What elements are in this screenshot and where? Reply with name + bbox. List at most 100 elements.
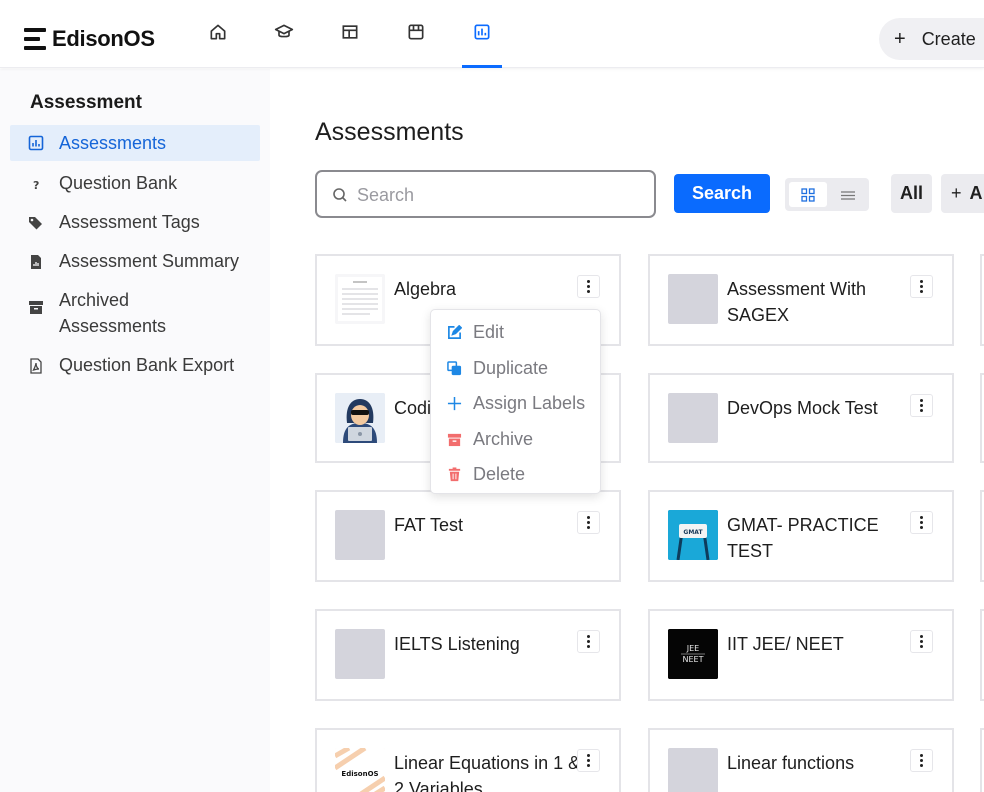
nav-home[interactable] [198,22,238,56]
card-thumbnail-placeholder [668,274,718,324]
menu-item-assign-labels[interactable]: Assign Labels [431,387,601,419]
card-thumbnail: EdisonOS [335,748,385,792]
menu-item-delete[interactable]: Delete [431,458,601,490]
list-icon [841,190,855,200]
assessment-card-partial[interactable] [980,254,984,346]
card-thumbnail: JEE NEET [668,629,718,679]
list-view-button[interactable] [831,182,865,207]
nav-dashboard[interactable] [330,22,370,56]
nav-assessments[interactable] [462,22,502,56]
brand-name: EdisonOS [52,26,155,51]
sidebar: Assessment Assessments ? Question Bank A… [0,69,270,792]
assessment-card-linear-functions[interactable]: Linear functions [648,728,954,792]
assessment-card-iit-jee-neet[interactable]: JEE NEET IIT JEE/ NEET [648,609,954,701]
assessment-chart-icon [474,24,490,40]
menu-item-label: Assign Labels [473,392,586,413]
create-label: Create [921,28,976,49]
menu-item-label: Edit [473,321,505,342]
card-title: DevOps Mock Test [727,398,878,418]
assessment-card-devops[interactable]: DevOps Mock Test [648,373,954,463]
archive-icon [447,433,462,446]
assessment-card-partial[interactable] [980,373,984,463]
assessment-card-partial[interactable] [980,728,984,792]
view-toggle [785,178,869,211]
card-thumbnail-placeholder [668,748,718,792]
sidebar-item-question-bank[interactable]: ? Question Bank [10,170,260,196]
menu-item-duplicate[interactable]: Duplicate [431,352,601,384]
menu-item-edit[interactable]: Edit [431,316,601,348]
add-assessment-button[interactable]: + A [941,174,984,213]
assessment-card-partial[interactable] [980,609,984,701]
menu-item-label: Duplicate [473,357,549,378]
menu-item-label: Archive [473,428,534,449]
question-icon: ? [33,179,39,192]
sidebar-item-assessments[interactable]: Assessments [10,125,260,161]
plus-icon: + [951,183,962,203]
more-options-button[interactable] [910,630,933,653]
top-navigation-bar: EdisonOS + Create [0,0,984,68]
sidebar-item-label: Archived Assessments [59,290,167,336]
more-options-button[interactable] [577,275,600,298]
card-title: Linear Equations in 1 & 2 Variables [394,753,581,792]
assessment-card-gmat[interactable]: GMAT GMAT- PRACTICE TEST [648,490,954,582]
gmat-badge-text: GMAT [683,529,703,536]
filter-all-button[interactable]: All [891,174,932,213]
nav-learning[interactable] [264,22,304,56]
assessment-card-ielts[interactable]: IELTS Listening [315,609,621,701]
more-options-button[interactable] [910,749,933,772]
gmat-badge-icon: GMAT [668,510,718,560]
sidebar-title: Assessment [30,92,142,113]
file-report-icon [31,255,41,269]
dashboard-icon [342,25,358,39]
menu-item-archive[interactable]: Archive [431,423,601,455]
card-options-menu: Edit Duplicate Assign Labels Archive Del… [430,309,601,494]
create-button[interactable]: + Create [879,18,984,60]
card-thumbnail: GMAT [668,510,718,560]
search-field[interactable] [315,170,656,218]
sidebar-item-label: Assessments [59,133,167,153]
sidebar-item-assessment-tags[interactable]: Assessment Tags [10,209,260,235]
archive-icon [29,301,43,314]
more-options-button[interactable] [910,275,933,298]
assessment-card-linear-equations[interactable]: EdisonOS Linear Equations in 1 & 2 Varia… [315,728,621,792]
sidebar-item-assessment-summary[interactable]: Assessment Summary [10,248,260,274]
page-title: Assessments [315,118,464,146]
more-options-button[interactable] [577,630,600,653]
brand-logo[interactable]: EdisonOS [24,26,155,52]
sidebar-item-question-bank-export[interactable]: Question Bank Export [10,352,260,378]
more-options-button[interactable] [577,511,600,534]
card-title: Linear functions [727,753,855,773]
card-title: IELTS Listening [394,634,520,654]
more-options-button[interactable] [910,394,933,417]
neet-text: NEET [683,655,704,664]
search-input[interactable] [357,182,637,208]
card-thumbnail-placeholder [668,393,718,443]
sidebar-item-label: Assessment Tags [59,212,200,232]
sidebar-item-label: Question Bank [59,173,178,193]
svg-text:?: ? [33,179,39,192]
store-icon [408,24,424,40]
search-button[interactable]: Search [674,174,770,213]
card-thumbnail [335,393,385,443]
assessment-card-sagex[interactable]: Assessment With SAGEX [648,254,954,346]
plus-icon [447,396,462,410]
edisonos-logo-icon [24,28,46,50]
search-icon [333,188,347,202]
sidebar-item-archived-assessments[interactable]: Archived Assessments [10,287,260,339]
trash-icon [448,466,461,481]
more-options-button[interactable] [910,511,933,534]
assessment-card-partial[interactable] [980,490,984,582]
add-label: A [969,183,983,203]
bar-chart-icon [28,135,44,151]
sidebar-item-label: Assessment Summary [59,251,240,271]
nav-store[interactable] [396,22,436,56]
card-title: Algebra [394,279,457,299]
card-title: Assessment With SAGEX [727,279,867,325]
plus-icon: + [894,27,906,50]
grid-view-button[interactable] [789,182,827,207]
card-thumbnail-placeholder [335,510,385,560]
assessment-card-fat-test[interactable]: FAT Test [315,490,621,582]
card-title: GMAT- PRACTICE TEST [727,515,879,561]
tags-icon [29,217,42,230]
more-options-button[interactable] [577,749,600,772]
